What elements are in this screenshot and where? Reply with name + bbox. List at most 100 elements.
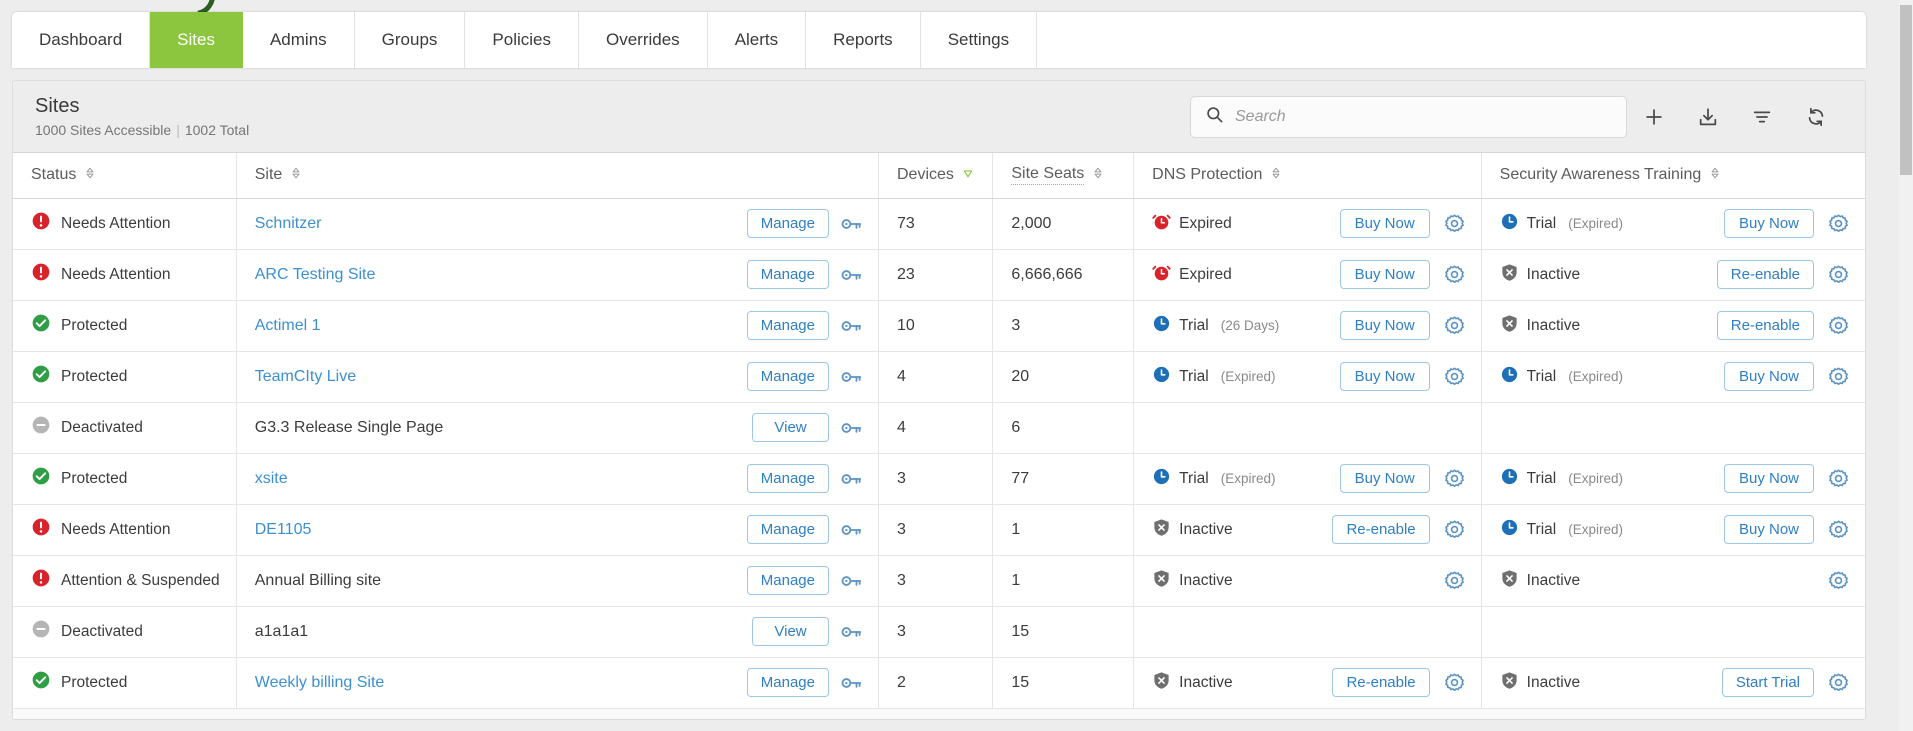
- gear-icon[interactable]: [1828, 315, 1849, 336]
- sort-both-icon[interactable]: [83, 166, 97, 185]
- dns-action-button[interactable]: Buy Now: [1339, 209, 1430, 238]
- site-manage-button[interactable]: Manage: [746, 311, 829, 340]
- tab-sites[interactable]: Sites: [150, 12, 243, 68]
- column-header-security-awareness-training[interactable]: Security Awareness Training: [1481, 153, 1865, 199]
- dns-status-label: Expired: [1179, 265, 1232, 283]
- status-label: Needs Attention: [61, 214, 171, 232]
- column-header-dns-protection[interactable]: DNS Protection: [1133, 153, 1482, 199]
- site-name-link[interactable]: DE1105: [255, 521, 312, 539]
- sat-action-button[interactable]: Buy Now: [1724, 464, 1814, 493]
- sat-action-button[interactable]: Buy Now: [1724, 362, 1814, 391]
- site-manage-button[interactable]: Manage: [746, 362, 829, 391]
- column-header-label: Site Seats: [1011, 165, 1085, 186]
- gear-icon[interactable]: [1444, 672, 1465, 693]
- cell-status: Deactivated: [13, 606, 237, 658]
- column-header-devices[interactable]: Devices: [878, 153, 994, 199]
- dns-action-button[interactable]: Re-enable: [1332, 668, 1430, 697]
- gear-icon[interactable]: [1444, 264, 1465, 285]
- key-icon[interactable]: [840, 315, 862, 337]
- key-icon[interactable]: [840, 621, 862, 643]
- gear-icon[interactable]: [1828, 264, 1849, 285]
- site-manage-button[interactable]: Manage: [746, 260, 829, 289]
- site-manage-button[interactable]: Manage: [746, 566, 829, 595]
- column-header-status[interactable]: Status: [13, 153, 237, 199]
- site-manage-button[interactable]: Manage: [746, 209, 829, 238]
- sat-action-button[interactable]: Buy Now: [1724, 209, 1814, 238]
- alarm-clock-icon: [1152, 212, 1171, 236]
- site-view-button[interactable]: View: [752, 617, 829, 646]
- search-input[interactable]: [1235, 107, 1612, 126]
- page-scrollbar[interactable]: [1899, 0, 1913, 731]
- gear-icon[interactable]: [1828, 672, 1849, 693]
- dns-action-button[interactable]: Buy Now: [1339, 311, 1430, 340]
- gear-icon[interactable]: [1444, 366, 1465, 387]
- page-scrollbar-thumb[interactable]: [1900, 5, 1912, 175]
- column-header-site-seats[interactable]: Site Seats: [992, 153, 1135, 199]
- gear-icon[interactable]: [1828, 213, 1849, 234]
- site-name-link[interactable]: ARC Testing Site: [255, 266, 376, 284]
- tab-dashboard[interactable]: Dashboard: [12, 12, 151, 68]
- tab-reports[interactable]: Reports: [806, 12, 921, 68]
- table-row: Protected xsite Manage 3 77 Trial (Expired) Buy…: [13, 453, 1865, 505]
- tab-groups[interactable]: Groups: [354, 12, 466, 68]
- sat-action-button[interactable]: Re-enable: [1716, 260, 1814, 289]
- alarm-clock-icon: [1152, 263, 1171, 287]
- gear-icon[interactable]: [1828, 570, 1849, 591]
- gear-icon[interactable]: [1444, 570, 1465, 591]
- alert-circle-icon: [31, 517, 51, 542]
- shield-x-icon: [1500, 671, 1519, 695]
- sort-both-icon[interactable]: [1708, 166, 1722, 185]
- site-view-button[interactable]: View: [752, 413, 829, 442]
- sites-accessible-count: 1000 Sites Accessible: [35, 121, 172, 138]
- site-manage-button[interactable]: Manage: [746, 515, 829, 544]
- site-manage-button[interactable]: Manage: [746, 668, 829, 697]
- key-icon[interactable]: [840, 366, 862, 388]
- key-icon[interactable]: [840, 264, 862, 286]
- dns-action-button[interactable]: Buy Now: [1339, 464, 1430, 493]
- dns-action-button[interactable]: Re-enable: [1332, 515, 1430, 544]
- key-icon[interactable]: [840, 417, 862, 439]
- toolbar-actions: [1190, 95, 1865, 138]
- column-header-site[interactable]: Site: [236, 153, 880, 199]
- tab-policies[interactable]: Policies: [465, 12, 579, 68]
- gear-icon[interactable]: [1444, 468, 1465, 489]
- site-name-link[interactable]: xsite: [255, 470, 288, 488]
- sat-action-button[interactable]: Buy Now: [1724, 515, 1814, 544]
- site-manage-button[interactable]: Manage: [746, 464, 829, 493]
- site-name-link[interactable]: Schnitzer: [255, 215, 322, 233]
- tab-admins[interactable]: Admins: [242, 12, 355, 68]
- sat-action-button[interactable]: Start Trial: [1721, 668, 1814, 697]
- shield-x-icon: [1500, 314, 1519, 338]
- dns-action-button[interactable]: Buy Now: [1339, 362, 1430, 391]
- filter-icon[interactable]: [1735, 96, 1789, 138]
- sort-both-icon[interactable]: [289, 166, 303, 185]
- status-label: Protected: [61, 367, 128, 385]
- dns-action-button[interactable]: Buy Now: [1339, 260, 1430, 289]
- site-name-link[interactable]: Weekly billing Site: [255, 674, 385, 692]
- sat-action-button[interactable]: Re-enable: [1716, 311, 1814, 340]
- gear-icon[interactable]: [1444, 213, 1465, 234]
- site-name-link[interactable]: Actimel 1: [255, 317, 321, 335]
- sort-desc-icon[interactable]: [961, 166, 975, 185]
- key-icon[interactable]: [840, 468, 862, 490]
- add-site-icon[interactable]: [1627, 96, 1681, 138]
- key-icon[interactable]: [840, 570, 862, 592]
- key-icon[interactable]: [840, 672, 862, 694]
- download-icon[interactable]: [1681, 96, 1735, 138]
- tab-settings[interactable]: Settings: [920, 12, 1038, 68]
- refresh-icon[interactable]: [1789, 96, 1843, 138]
- gear-icon[interactable]: [1444, 315, 1465, 336]
- key-icon[interactable]: [840, 519, 862, 541]
- tab-overrides[interactable]: Overrides: [579, 12, 708, 68]
- gear-icon[interactable]: [1828, 468, 1849, 489]
- sort-both-icon[interactable]: [1269, 166, 1283, 185]
- gear-icon[interactable]: [1828, 366, 1849, 387]
- key-icon[interactable]: [840, 213, 862, 235]
- sort-both-icon[interactable]: [1091, 166, 1105, 185]
- search-box[interactable]: [1190, 95, 1627, 138]
- site-name-link[interactable]: TeamCIty Live: [255, 368, 356, 386]
- title-block: Sites 1000 Sites Accessible | 1002 Total: [35, 94, 249, 140]
- gear-icon[interactable]: [1828, 519, 1849, 540]
- gear-icon[interactable]: [1444, 519, 1465, 540]
- tab-alerts[interactable]: Alerts: [707, 12, 807, 68]
